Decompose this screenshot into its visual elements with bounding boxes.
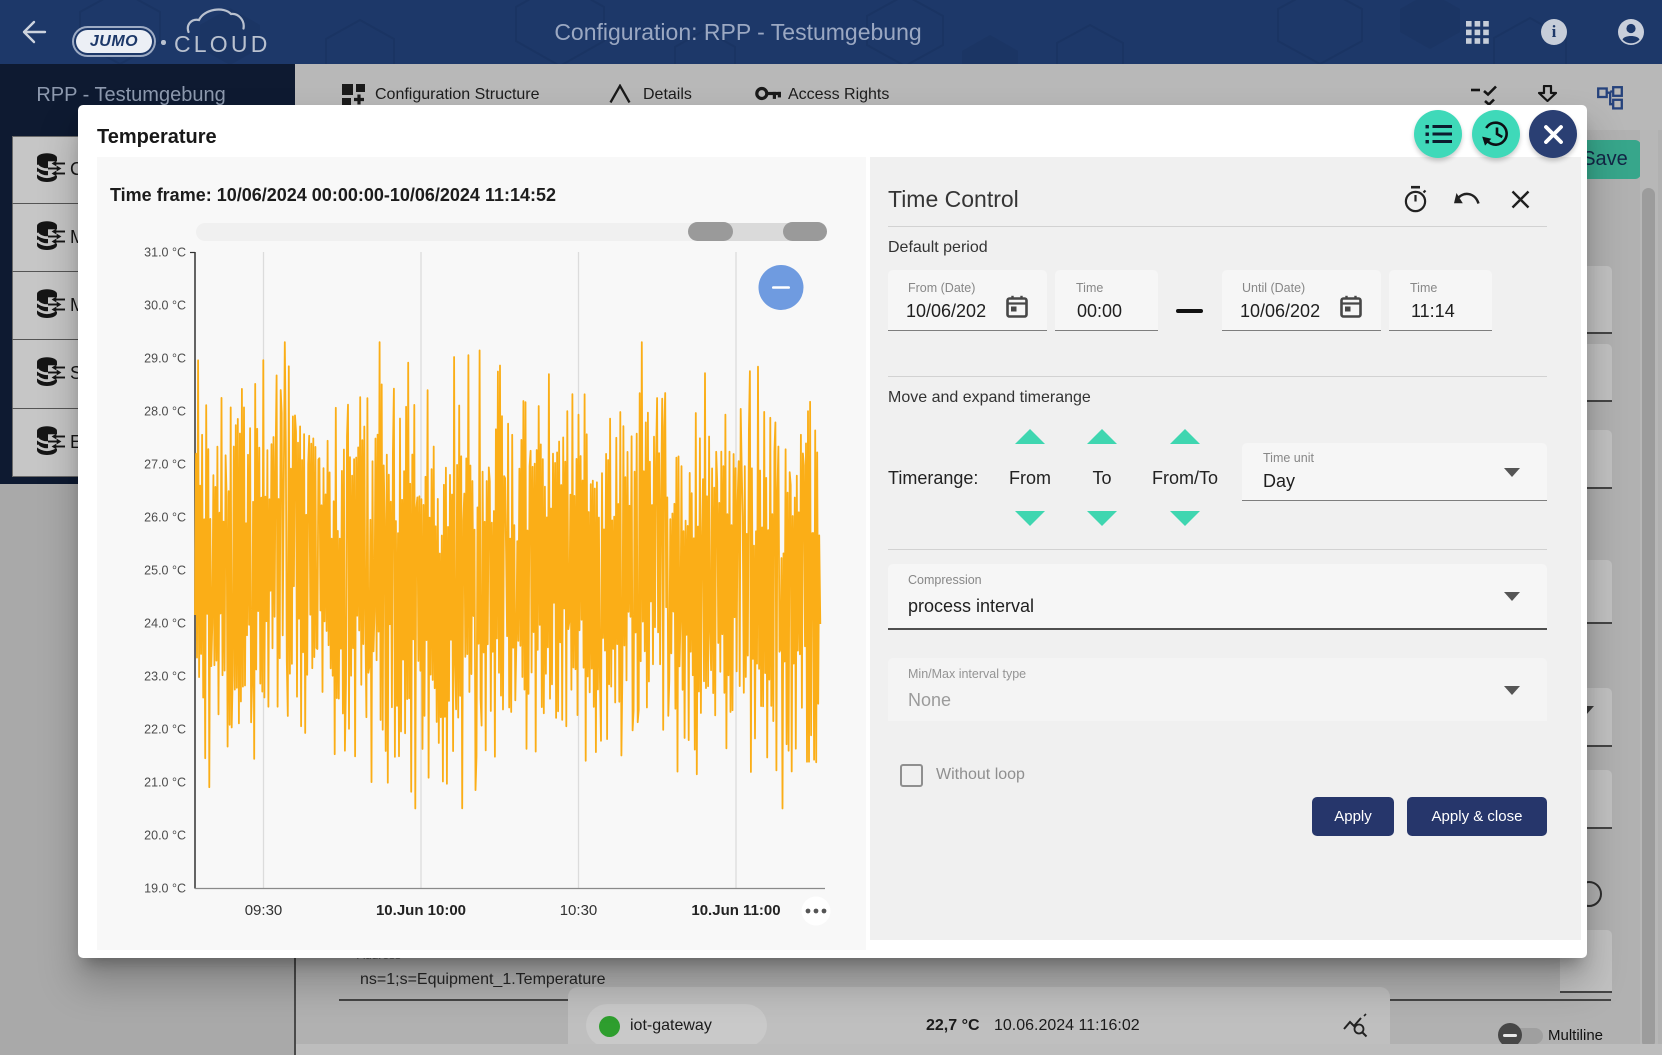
svg-text:24.0 °C: 24.0 °C [144,617,186,631]
svg-text:28.0 °C: 28.0 °C [144,405,186,419]
svg-text:26.0 °C: 26.0 °C [144,511,186,525]
svg-text:21.0 °C: 21.0 °C [144,776,186,790]
svg-text:27.0 °C: 27.0 °C [144,458,186,472]
svg-text:09:30: 09:30 [245,902,283,919]
svg-text:31.0 °C: 31.0 °C [144,246,186,260]
svg-text:23.0 °C: 23.0 °C [144,670,186,684]
svg-text:30.0 °C: 30.0 °C [144,299,186,313]
svg-text:19.0 °C: 19.0 °C [144,882,186,896]
svg-text:10.Jun 10:00: 10.Jun 10:00 [376,902,466,919]
svg-text:10:30: 10:30 [560,902,598,919]
svg-text:29.0 °C: 29.0 °C [144,352,186,366]
svg-text:22.0 °C: 22.0 °C [144,723,186,737]
svg-text:10.Jun 11:00: 10.Jun 11:00 [691,902,780,919]
svg-text:25.0 °C: 25.0 °C [144,564,186,578]
svg-text:20.0 °C: 20.0 °C [144,829,186,843]
